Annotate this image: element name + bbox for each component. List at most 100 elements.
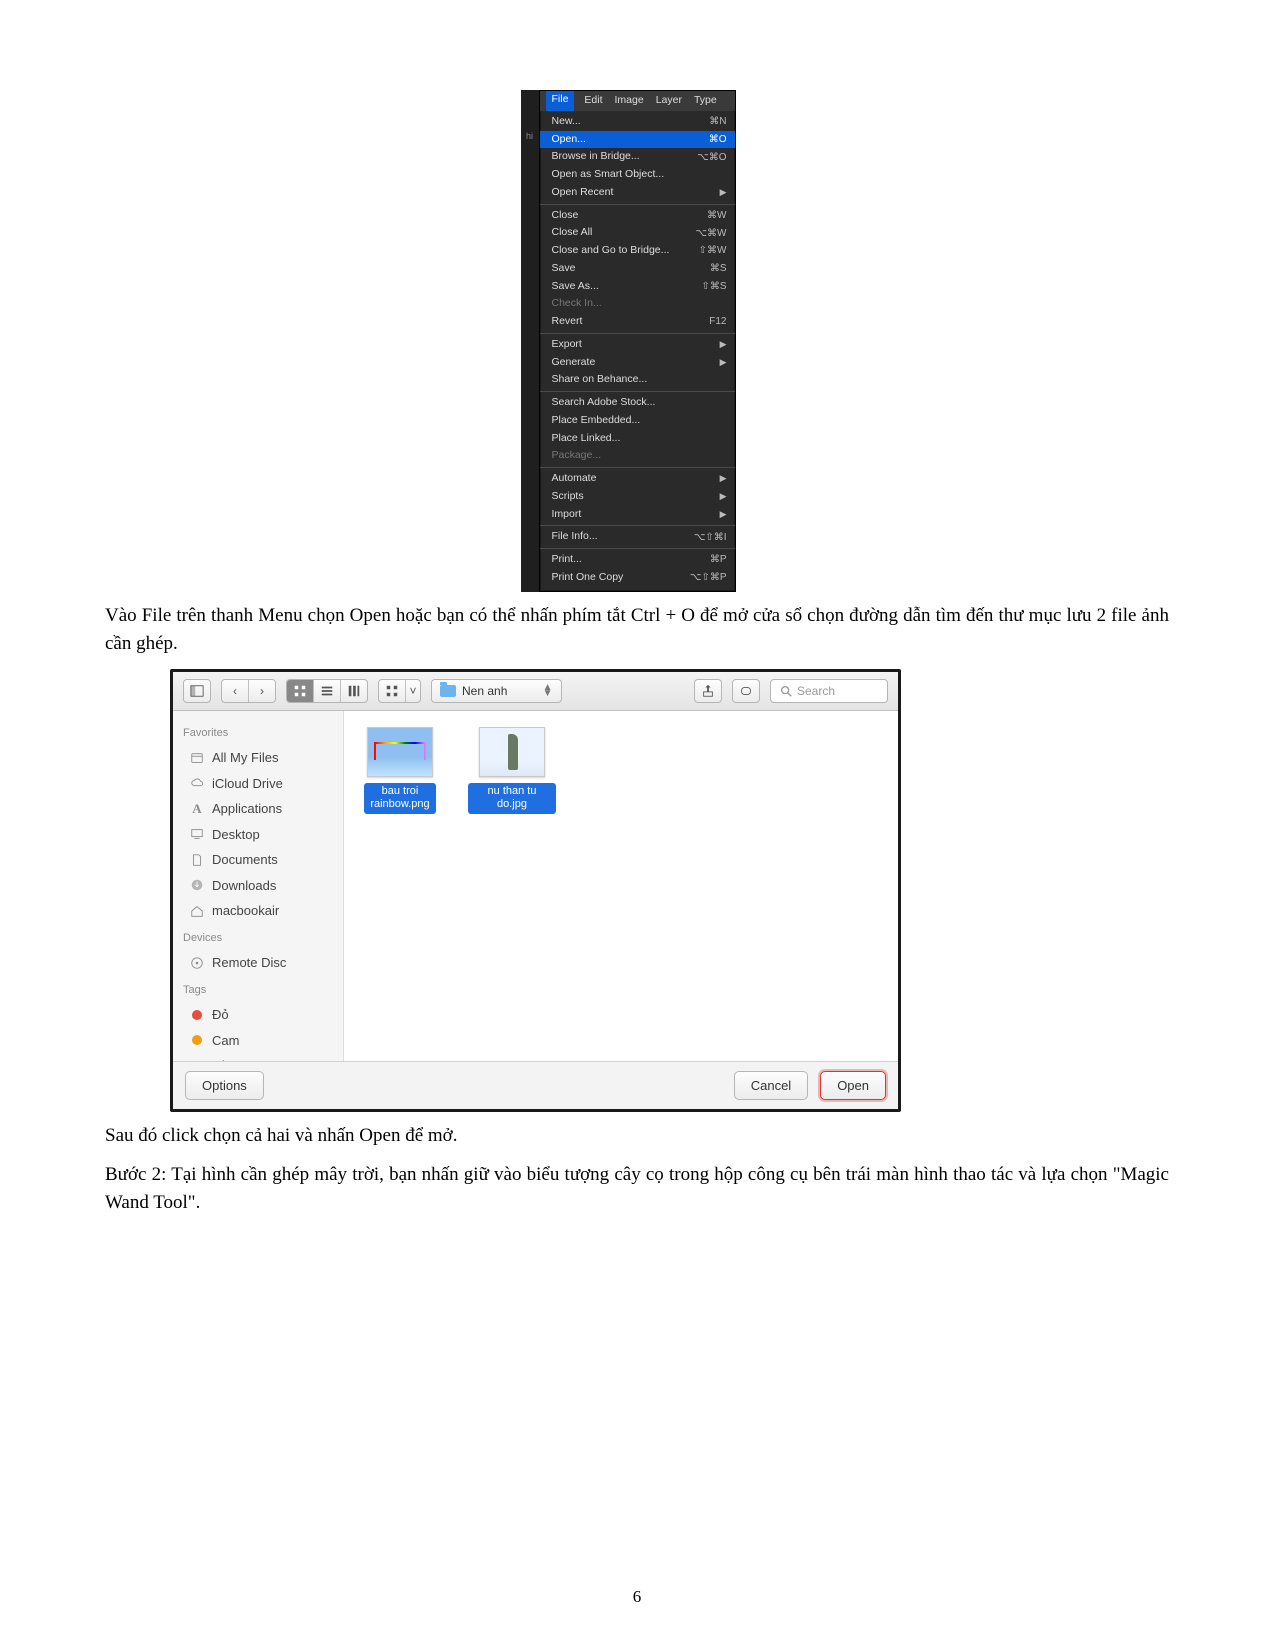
menu-item[interactable]: Scripts▶: [540, 488, 735, 506]
menu-item-shortcut: ⌘N: [709, 114, 726, 129]
cancel-button[interactable]: Cancel: [734, 1071, 808, 1101]
toolbar-share-button[interactable]: [694, 679, 722, 703]
menu-item[interactable]: Open...⌘O: [540, 131, 735, 149]
menu-item[interactable]: Export ▶: [540, 336, 735, 354]
folder-path-selector[interactable]: Nen anh ▲▼: [431, 679, 562, 703]
back-button[interactable]: ‹: [222, 680, 249, 702]
disc-icon: [189, 956, 205, 970]
menu-item-label: Revert: [552, 314, 583, 330]
menu-item-label: Print One Copy: [552, 570, 624, 586]
menubar-item-file[interactable]: File: [546, 91, 575, 111]
toolbar-sidebar-toggle[interactable]: [183, 679, 211, 703]
menu-item[interactable]: Automate▶: [540, 470, 735, 488]
sidebar-item-label: Desktop: [212, 825, 260, 845]
sidebar-favorites-list: All My Files iCloud DriveAApplications Des…: [183, 745, 333, 924]
open-button[interactable]: Open: [820, 1071, 886, 1101]
file-item[interactable]: nu than tu do.jpg: [468, 727, 556, 815]
menubar-item-image[interactable]: Image: [613, 93, 646, 109]
menu-item: Package...: [540, 447, 735, 465]
menu-item-shortcut: ⌘W: [707, 208, 726, 223]
file-item[interactable]: bau troi rainbow.png: [356, 727, 444, 815]
submenu-arrow-icon: ▶: [720, 508, 727, 522]
menu-item[interactable]: Browse in Bridge...⌥⌘O: [540, 148, 735, 166]
menu-item[interactable]: Place Linked...: [540, 430, 735, 448]
menu-item[interactable]: Save As... ⇧⌘S: [540, 278, 735, 296]
toolbar-group-button[interactable]: ˅: [378, 679, 421, 703]
menu-item[interactable]: Import ▶: [540, 506, 735, 524]
submenu-arrow-icon: ▶: [720, 472, 727, 486]
menu-item-shortcut: ⇧⌘W: [699, 243, 727, 258]
toolbar-tags-button[interactable]: [732, 679, 760, 703]
toolbar-view-buttons[interactable]: [286, 679, 368, 703]
forward-button[interactable]: ›: [249, 680, 275, 702]
sidebar-item[interactable]: macbookair: [183, 898, 333, 924]
menu-item[interactable]: Open as Smart Object...: [540, 166, 735, 184]
search-icon: [779, 684, 793, 698]
sidebar-tag-item[interactable]: Cam: [183, 1028, 333, 1054]
page-number: 6: [0, 1584, 1274, 1610]
search-field[interactable]: Search: [770, 679, 888, 703]
options-button[interactable]: Options: [185, 1071, 264, 1101]
menubar-item-layer[interactable]: Layer: [654, 93, 684, 109]
menu-item-shortcut: ⌘P: [710, 552, 727, 567]
sidebar-item[interactable]: Desktop: [183, 822, 333, 848]
menubar-item-type[interactable]: Type: [692, 93, 719, 109]
docs-icon: [189, 853, 205, 867]
paragraph-3: Bước 2: Tại hình cần ghép mây trời, bạn …: [105, 1161, 1169, 1218]
menu-item-label: Save: [552, 261, 576, 277]
sidebar-item-label: Downloads: [212, 876, 276, 896]
menu-item[interactable]: Place Embedded...: [540, 412, 735, 430]
sidebar-tag-item[interactable]: Vàng: [183, 1053, 333, 1061]
sidebar-item-label: macbookair: [212, 901, 279, 921]
menu-item-label: Export: [552, 337, 582, 353]
sidebar-item-label: iCloud Drive: [212, 774, 283, 794]
stepper-icon: ▲▼: [543, 685, 553, 697]
view-icons-button[interactable]: [287, 680, 314, 702]
menu-item[interactable]: Close and Go to Bridge...⇧⌘W: [540, 242, 735, 260]
view-columns-button[interactable]: [341, 680, 367, 702]
share-icon: [695, 680, 721, 702]
menu-item[interactable]: Open Recent▶: [540, 184, 735, 202]
menu-item-label: Import: [552, 507, 582, 523]
menu-item-shortcut: ⇧⌘S: [701, 279, 726, 294]
menu-item[interactable]: New...⌘N: [540, 113, 735, 131]
menu-item-label: Save As...: [552, 279, 599, 295]
view-list-button[interactable]: [314, 680, 341, 702]
sidebar-item[interactable]: All My Files: [183, 745, 333, 771]
sidebar-item[interactable]: Documents: [183, 847, 333, 873]
menu-item-label: Browse in Bridge...: [552, 149, 640, 165]
sidebar-item[interactable]: Downloads: [183, 873, 333, 899]
sidebar-item[interactable]: Remote Disc: [183, 950, 333, 976]
sidebar-item-label: Applications: [212, 799, 282, 819]
menu-item[interactable]: File Info...⌥⇧⌘I: [540, 528, 735, 546]
sidebar-item-label: All My Files: [212, 748, 278, 768]
menu-item[interactable]: Print... ⌘P: [540, 551, 735, 569]
sidebar-item-label: Remote Disc: [212, 953, 286, 973]
menu-item: Check In...: [540, 295, 735, 313]
folder-icon: [440, 685, 456, 697]
sidebar-item[interactable]: AApplications: [183, 796, 333, 822]
toolbar-nav-buttons[interactable]: ‹ ›: [221, 679, 276, 703]
menubar-item-edit[interactable]: Edit: [582, 93, 604, 109]
sidebar-item-label: Cam: [212, 1031, 239, 1051]
menu-item-label: Print...: [552, 552, 582, 568]
finder-file-area[interactable]: bau troi rainbow.png nu than tu do.jpg: [344, 711, 898, 1061]
menu-item[interactable]: Save ⌘S: [540, 260, 735, 278]
sidebar-tag-item[interactable]: Đỏ: [183, 1002, 333, 1028]
menu-item-label: Place Embedded...: [552, 413, 641, 429]
menu-item[interactable]: Share on Behance...: [540, 371, 735, 389]
menu-item[interactable]: Close⌘W: [540, 207, 735, 225]
sidebar-item[interactable]: iCloud Drive: [183, 771, 333, 797]
menu-item-label: Package...: [552, 448, 602, 464]
menu-item-label: Close All: [552, 225, 593, 241]
menu-item[interactable]: RevertF12: [540, 313, 735, 331]
submenu-arrow-icon: ▶: [720, 338, 727, 352]
menu-item-shortcut: ⌘S: [710, 261, 727, 276]
menu-item[interactable]: Generate▶: [540, 354, 735, 372]
file-thumbnail: [479, 727, 545, 777]
menu-item[interactable]: Close All⌥⌘W: [540, 224, 735, 242]
menu-item[interactable]: Print One Copy⌥⇧⌘P: [540, 569, 735, 587]
menu-item[interactable]: Search Adobe Stock...: [540, 394, 735, 412]
file-thumbnail: [367, 727, 433, 777]
photoshop-file-menu-screenshot: hi FileEditImageLayerType New...⌘NOpen..…: [539, 90, 736, 592]
